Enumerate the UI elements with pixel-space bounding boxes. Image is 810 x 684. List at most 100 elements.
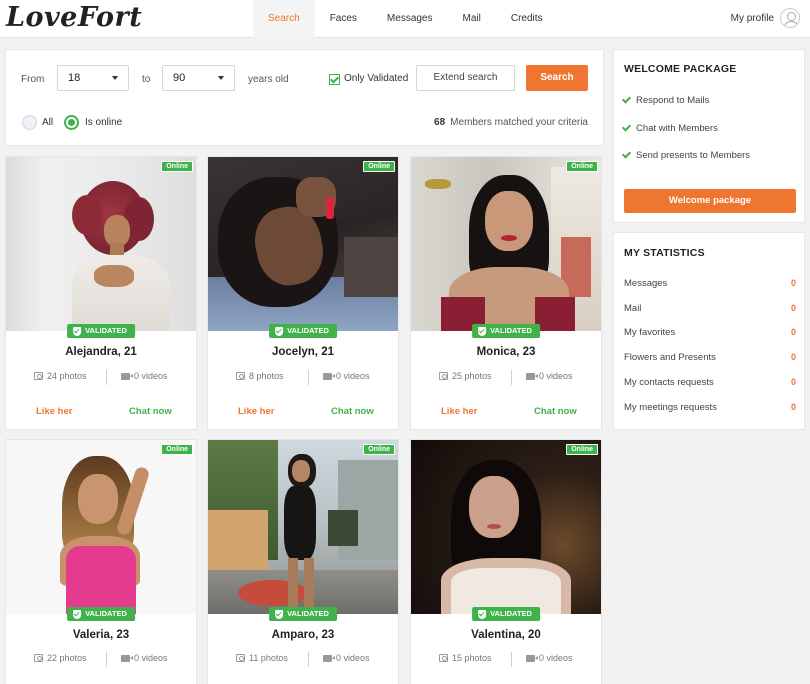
validated-label: VALIDATED: [287, 326, 329, 335]
chat-now-button[interactable]: Chat now: [129, 406, 172, 417]
member-name[interactable]: Jocelyn, 21: [208, 346, 398, 358]
welcome-item-label: Send presents to Members: [636, 150, 751, 161]
member-photo[interactable]: [6, 440, 196, 614]
stat-label: Flowers and Presents: [624, 352, 716, 363]
validated-badge: VALIDATED: [67, 324, 135, 338]
nav-messages[interactable]: Messages: [372, 0, 448, 38]
like-her-button[interactable]: Like her: [441, 406, 477, 417]
photo-count: 15 photos: [452, 653, 492, 663]
photo-icon: [439, 654, 448, 662]
radio-all-label: All: [42, 117, 54, 128]
validated-label: VALIDATED: [490, 326, 532, 335]
member-stats: 15 photos 0 videos: [411, 652, 601, 668]
online-badge: Online: [363, 444, 395, 455]
member-photo[interactable]: [411, 157, 601, 331]
photo-icon: [439, 372, 448, 380]
stat-row-favorites[interactable]: My favorites 0: [624, 327, 796, 338]
online-badge: Online: [566, 161, 598, 172]
age-from-select[interactable]: 18: [57, 65, 129, 91]
video-icon: [121, 372, 133, 380]
stats-divider: [106, 370, 107, 385]
nav-credits[interactable]: Credits: [496, 0, 558, 38]
stat-value: 0: [790, 377, 796, 387]
welcome-item-label: Respond to Mails: [636, 95, 710, 106]
member-name[interactable]: Valentina, 20: [411, 629, 601, 641]
search-button[interactable]: Search: [526, 65, 588, 91]
member-photo[interactable]: [208, 440, 398, 614]
validated-badge: VALIDATED: [269, 324, 337, 338]
main-nav: Search Faces Messages Mail Credits: [253, 0, 558, 38]
online-badge: Online: [363, 161, 395, 172]
only-validated-checkbox[interactable]: [329, 74, 340, 85]
member-stats: 24 photos 0 videos: [6, 370, 196, 386]
stat-value: 0: [790, 352, 796, 362]
welcome-item: Send presents to Members: [621, 149, 751, 161]
nav-mail[interactable]: Mail: [448, 0, 496, 38]
video-icon: [323, 372, 335, 380]
years-old-label: years old: [248, 74, 289, 85]
welcome-item-label: Chat with Members: [636, 123, 718, 134]
validated-label: VALIDATED: [85, 326, 127, 335]
member-card[interactable]: Online VALIDATED Jocelyn, 21 8 photos 0 …: [207, 156, 399, 430]
photo-icon: [236, 372, 245, 380]
search-panel: From 18 to 90 years old Only Validated E…: [5, 49, 604, 146]
member-card[interactable]: Online VALIDATED Valeria, 23 22 photos 0…: [5, 439, 197, 684]
member-photo[interactable]: [6, 157, 196, 331]
stat-value: 0: [790, 278, 796, 288]
stat-row-messages[interactable]: Messages 0: [624, 278, 796, 289]
stats-divider: [308, 370, 309, 385]
nav-faces[interactable]: Faces: [315, 0, 372, 38]
nav-search[interactable]: Search: [253, 0, 315, 38]
member-name[interactable]: Amparo, 23: [208, 629, 398, 641]
chat-now-button[interactable]: Chat now: [534, 406, 577, 417]
member-name[interactable]: Alejandra, 21: [6, 346, 196, 358]
online-badge: Online: [161, 444, 193, 455]
chat-now-button[interactable]: Chat now: [331, 406, 374, 417]
welcome-package-button[interactable]: Welcome package: [624, 189, 796, 213]
member-photo[interactable]: [208, 157, 398, 331]
like-her-button[interactable]: Like her: [238, 406, 274, 417]
stat-row-contacts[interactable]: My contacts requests 0: [624, 377, 796, 388]
validated-badge: VALIDATED: [269, 607, 337, 621]
video-count: 0 videos: [336, 653, 370, 663]
age-to-select[interactable]: 90: [162, 65, 235, 91]
like-her-button[interactable]: Like her: [36, 406, 72, 417]
member-card[interactable]: Online VALIDATED Monica, 23 25 photos 0 …: [410, 156, 602, 430]
member-stats: 8 photos 0 videos: [208, 370, 398, 386]
video-icon: [526, 654, 538, 662]
welcome-item: Respond to Mails: [621, 94, 710, 106]
member-card[interactable]: Online VALIDATED Valentina, 20 15 photos…: [410, 439, 602, 684]
stat-label: Messages: [624, 278, 668, 289]
member-card[interactable]: Online VALIDATED Amparo, 23 11 photos 0 …: [207, 439, 399, 684]
extend-search-button[interactable]: Extend search: [416, 65, 515, 91]
site-logo[interactable]: LoveFort: [6, 2, 142, 33]
matched-count-text: 68 Members matched your criteria: [434, 117, 588, 128]
member-name[interactable]: Monica, 23: [411, 346, 601, 358]
photo-count: 8 photos: [249, 371, 284, 381]
video-count: 0 videos: [539, 371, 573, 381]
stat-row-meetings[interactable]: My meetings requests 0: [624, 402, 796, 413]
stats-divider: [308, 652, 309, 667]
member-name[interactable]: Valeria, 23: [6, 629, 196, 641]
stat-row-mail[interactable]: Mail 0: [624, 303, 796, 314]
validated-badge: VALIDATED: [472, 324, 540, 338]
shield-check-icon: [73, 326, 82, 336]
my-profile-link[interactable]: My profile: [731, 8, 800, 28]
my-statistics-box: MY STATISTICS Messages 0 Mail 0 My favorit…: [613, 232, 805, 430]
top-header: LoveFort Search Faces Messages Mail Cred…: [0, 0, 810, 38]
video-icon: [121, 654, 133, 662]
validated-label: VALIDATED: [287, 609, 329, 618]
radio-all[interactable]: [22, 115, 37, 130]
stat-row-flowers[interactable]: Flowers and Presents 0: [624, 352, 796, 363]
matched-count: 68: [434, 117, 446, 128]
chevron-down-icon: [112, 76, 118, 80]
stat-label: My contacts requests: [624, 377, 714, 388]
online-badge: Online: [566, 444, 598, 455]
my-profile-label: My profile: [730, 12, 774, 24]
radio-is-online[interactable]: [64, 115, 79, 130]
member-stats: 22 photos 0 videos: [6, 652, 196, 668]
member-card[interactable]: Online VALIDATED Alejandra, 21 24 photos…: [5, 156, 197, 430]
member-stats: 25 photos 0 videos: [411, 370, 601, 386]
online-badge: Online: [161, 161, 193, 172]
member-photo[interactable]: [411, 440, 601, 614]
